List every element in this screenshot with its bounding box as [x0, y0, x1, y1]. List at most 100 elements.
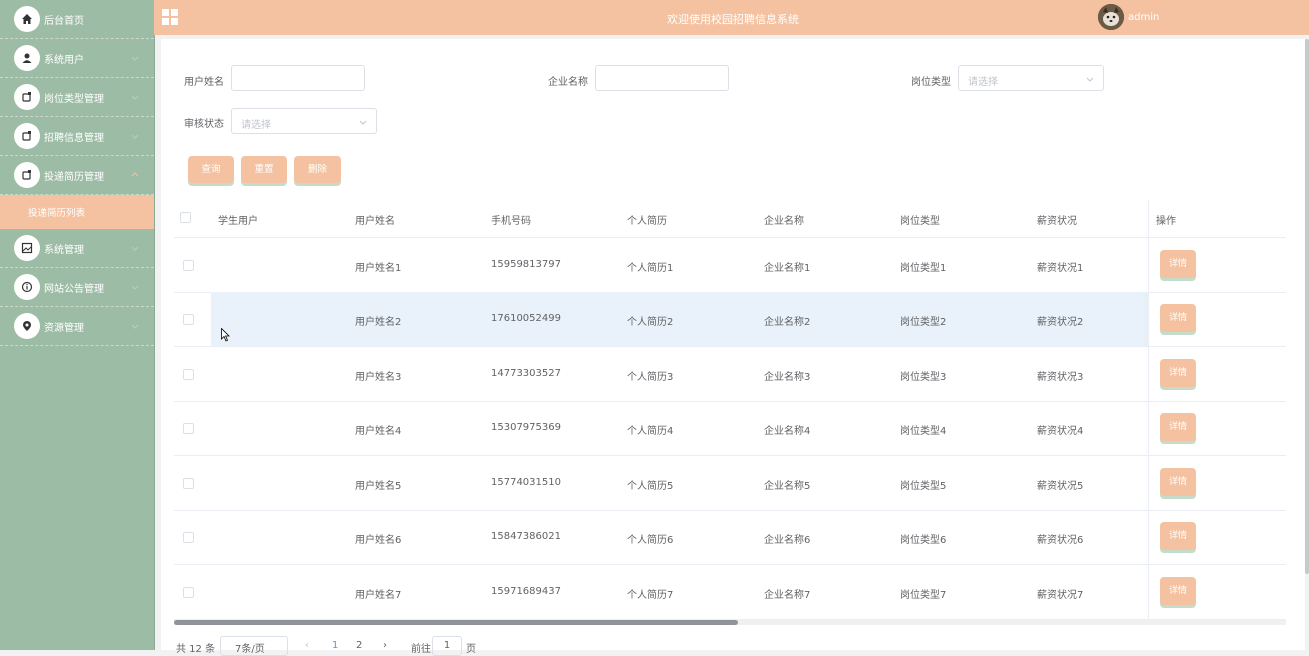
- page-number-2[interactable]: 2: [356, 640, 362, 651]
- detail-button[interactable]: 详情: [1160, 468, 1196, 496]
- cell-name: 用户姓名1: [355, 263, 402, 274]
- top-header: 欢迎使用校园招聘信息系统 admin: [154, 0, 1309, 35]
- table-row[interactable]: 用户姓名4 15307975369 个人简历4 企业名称4 岗位类型4 薪资状况…: [174, 401, 1286, 456]
- table-row[interactable]: 用户姓名5 15774031510 个人简历5 企业名称5 岗位类型5 薪资状况…: [174, 456, 1286, 511]
- row-checkbox[interactable]: [183, 314, 194, 325]
- table-row[interactable]: 用户姓名2 17610052499 个人简历2 企业名称2 岗位类型2 薪资状况…: [174, 292, 1286, 347]
- sidebar-item-system-users[interactable]: 系统用户: [0, 39, 154, 78]
- reset-button[interactable]: 重置: [241, 156, 287, 183]
- chevron-down-icon: [131, 324, 139, 329]
- row-checkbox[interactable]: [183, 260, 194, 271]
- sidebar-item-announcements[interactable]: 网站公告管理: [0, 268, 154, 307]
- cell-position: 岗位类型5: [900, 481, 947, 492]
- column-header: 学生用户: [218, 216, 258, 227]
- goto-page-input[interactable]: 1: [432, 636, 462, 656]
- sidebar-item-system-management[interactable]: 系统管理: [0, 229, 154, 268]
- page-number-1[interactable]: 1: [332, 640, 338, 651]
- page-title: 欢迎使用校园招聘信息系统: [667, 13, 799, 26]
- cell-company: 企业名称5: [764, 481, 811, 492]
- next-page-icon[interactable]: ›: [383, 640, 387, 651]
- chevron-down-icon: [131, 134, 139, 139]
- cell-position: 岗位类型2: [900, 317, 947, 328]
- column-header: 个人简历: [627, 216, 667, 227]
- table-row[interactable]: 用户姓名1 15959813797 个人简历1 企业名称1 岗位类型1 薪资状况…: [174, 238, 1286, 293]
- cell-resume: 个人简历1: [627, 263, 674, 274]
- status-select[interactable]: 请选择: [231, 108, 377, 134]
- detail-button[interactable]: 详情: [1160, 359, 1196, 387]
- row-checkbox[interactable]: [183, 587, 194, 598]
- module-icon: [14, 123, 40, 149]
- username-label[interactable]: admin: [1128, 12, 1159, 23]
- column-header: 薪资状况: [1037, 216, 1077, 227]
- prev-page-icon[interactable]: ‹: [305, 640, 309, 651]
- module-icon: [14, 162, 40, 188]
- sidebar-subitem-resume-list[interactable]: 投递简历列表: [0, 195, 154, 229]
- cell-resume: 个人简历4: [627, 426, 674, 437]
- detail-button[interactable]: 详情: [1160, 413, 1196, 441]
- sidebar-item-label: 招聘信息管理: [44, 132, 104, 144]
- column-header: 企业名称: [764, 216, 804, 227]
- grid-menu-icon[interactable]: [162, 9, 178, 25]
- row-checkbox[interactable]: [183, 478, 194, 489]
- cell-salary: 薪资状况5: [1037, 481, 1084, 492]
- table-row[interactable]: 用户姓名3 14773303527 个人简历3 企业名称3 岗位类型3 薪资状况…: [174, 347, 1286, 402]
- row-checkbox[interactable]: [183, 369, 194, 380]
- cell-company: 企业名称4: [764, 426, 811, 437]
- detail-button[interactable]: 详情: [1160, 577, 1196, 605]
- cell-company: 企业名称7: [764, 590, 811, 601]
- detail-button[interactable]: 详情: [1160, 250, 1196, 278]
- cell-phone: 14773303527: [491, 368, 561, 379]
- cell-phone: 15774031510: [491, 477, 561, 488]
- cell-resume: 个人简历6: [627, 535, 674, 546]
- mouse-cursor-icon: [221, 328, 230, 342]
- cell-salary: 薪资状况2: [1037, 317, 1084, 328]
- sidebar-item-recruitment[interactable]: 招聘信息管理: [0, 117, 154, 156]
- cell-position: 岗位类型1: [900, 263, 947, 274]
- chevron-down-icon: [131, 56, 139, 61]
- sidebar-item-home[interactable]: 后台首页: [0, 0, 154, 39]
- cell-salary: 薪资状况6: [1037, 535, 1084, 546]
- pagination-total: 共 12 条: [176, 644, 216, 655]
- sidebar-item-label: 系统管理: [44, 244, 84, 256]
- cell-name: 用户姓名2: [355, 317, 402, 328]
- avatar[interactable]: [1098, 4, 1124, 30]
- vertical-scrollbar[interactable]: [1305, 39, 1309, 574]
- select-all-checkbox[interactable]: [180, 212, 191, 223]
- horizontal-scroll-thumb[interactable]: [174, 620, 738, 625]
- sidebar-item-position-types[interactable]: 岗位类型管理: [0, 78, 154, 117]
- cell-name: 用户姓名7: [355, 590, 402, 601]
- chevron-down-icon: [131, 95, 139, 100]
- row-checkbox[interactable]: [183, 532, 194, 543]
- company-input[interactable]: [595, 65, 729, 91]
- cell-position: 岗位类型3: [900, 372, 947, 383]
- cell-name: 用户姓名6: [355, 535, 402, 546]
- cell-salary: 薪资状况4: [1037, 426, 1084, 437]
- sidebar-item-label: 后台首页: [44, 15, 84, 27]
- cell-phone: 15307975369: [491, 422, 561, 433]
- cell-name: 用户姓名4: [355, 426, 402, 437]
- query-button[interactable]: 查询: [188, 156, 234, 183]
- chevron-down-icon: [131, 285, 139, 290]
- position-filter-label: 岗位类型: [911, 77, 951, 88]
- table-row[interactable]: 用户姓名7 15971689437 个人简历7 企业名称7 岗位类型7 薪资状况…: [174, 565, 1286, 620]
- sidebar-item-label: 岗位类型管理: [44, 93, 104, 105]
- cell-resume: 个人简历7: [627, 590, 674, 601]
- position-select[interactable]: 请选择: [958, 65, 1104, 91]
- row-checkbox[interactable]: [183, 423, 194, 434]
- detail-button[interactable]: 详情: [1160, 304, 1196, 332]
- detail-button[interactable]: 详情: [1160, 522, 1196, 550]
- page-size-select[interactable]: 7条/页: [220, 636, 288, 656]
- cell-name: 用户姓名5: [355, 481, 402, 492]
- image-icon: [14, 235, 40, 261]
- cell-name: 用户姓名3: [355, 372, 402, 383]
- delete-button[interactable]: 删除: [294, 156, 341, 183]
- module-icon: [14, 84, 40, 110]
- cell-phone: 15847386021: [491, 531, 561, 542]
- page-unit-label: 页: [466, 644, 476, 655]
- cell-company: 企业名称3: [764, 372, 811, 383]
- column-header: 操作: [1156, 216, 1176, 227]
- username-input[interactable]: [231, 65, 365, 91]
- sidebar-item-resources[interactable]: 资源管理: [0, 307, 154, 346]
- sidebar-item-resumes[interactable]: 投递简历管理: [0, 156, 154, 195]
- table-row[interactable]: 用户姓名6 15847386021 个人简历6 企业名称6 岗位类型6 薪资状况…: [174, 510, 1286, 565]
